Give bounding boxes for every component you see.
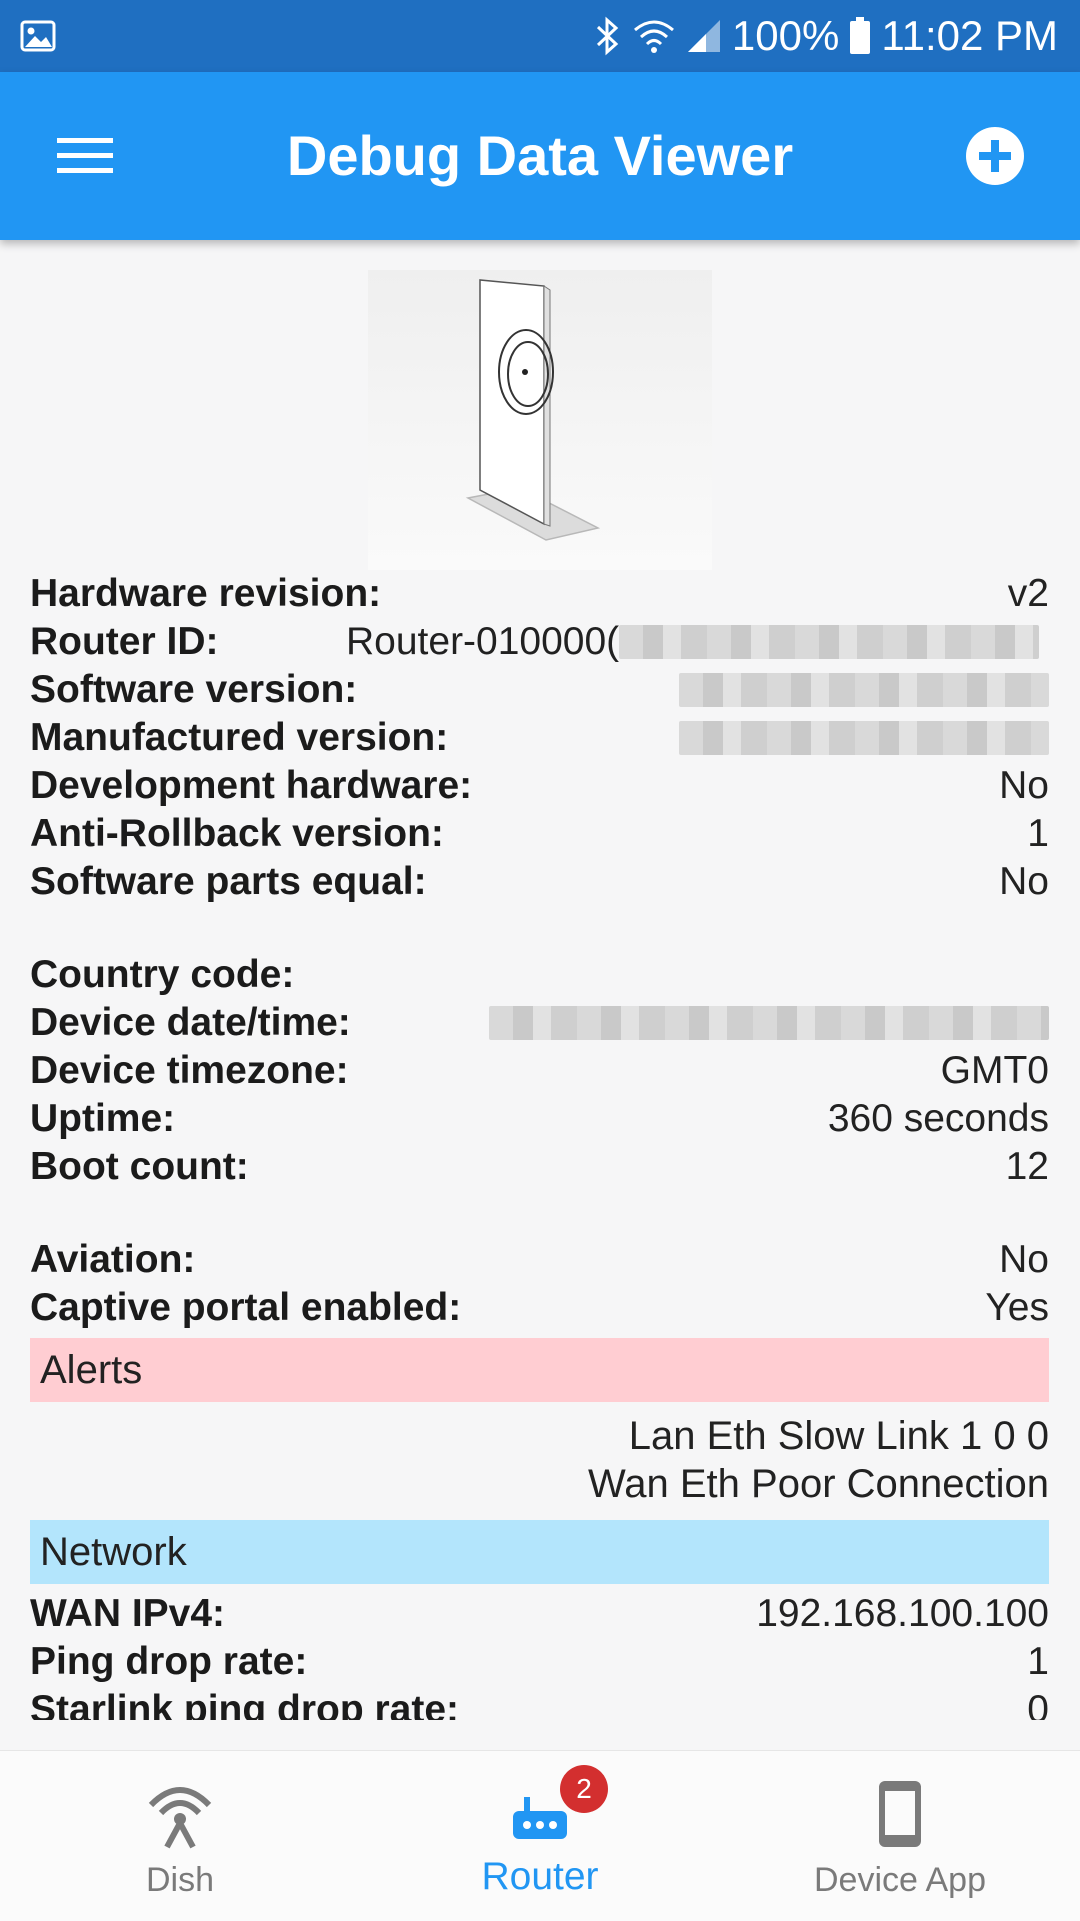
router-notification-badge: 2 <box>560 1765 608 1813</box>
wifi-icon <box>632 17 676 55</box>
row-uptime: Uptime: 360 seconds <box>30 1097 1049 1140</box>
alerts-section-header: Alerts <box>30 1338 1049 1402</box>
row-aviation: Aviation: No <box>30 1238 1049 1281</box>
add-circle-icon <box>966 127 1024 185</box>
row-device-date-time: Device date/time: <box>30 999 1049 1047</box>
nav-router[interactable]: 2 Router <box>360 1751 720 1921</box>
hamburger-menu-icon <box>57 138 113 173</box>
status-bar: 100% 11:02 PM <box>0 0 1080 72</box>
nav-device-app-label: Device App <box>814 1861 986 1899</box>
row-development-hardware: Development hardware: No <box>30 764 1049 807</box>
battery-percent: 100% <box>731 12 840 59</box>
gallery-notification-icon <box>20 18 56 54</box>
network-section-header: Network <box>30 1520 1049 1584</box>
app-bar: Debug Data Viewer <box>0 72 1080 240</box>
redacted-blur <box>619 625 1040 659</box>
clock: 11:02 PM <box>881 12 1058 59</box>
router-id-value: Router-010000( <box>346 620 1040 664</box>
row-boot-count: Boot count: 12 <box>30 1145 1049 1188</box>
debug-content[interactable]: Hardware revision: v2 Router ID: Router-… <box>0 240 1080 1720</box>
row-starlink-ping-drop-rate: Starlink ping drop rate: 0 <box>30 1688 1049 1720</box>
row-captive-portal: Captive portal enabled: Yes <box>30 1286 1049 1329</box>
page-title: Debug Data Viewer <box>286 124 794 187</box>
redacted-blur <box>679 673 1049 707</box>
add-button[interactable] <box>950 116 1040 196</box>
row-software-version: Software version: <box>30 666 1049 714</box>
menu-button[interactable] <box>40 116 130 196</box>
row-wan-ipv4: WAN IPv4: 192.168.100.100 <box>30 1592 1049 1635</box>
satellite-dish-icon <box>148 1787 212 1849</box>
row-anti-rollback-version: Anti-Rollback version: 1 <box>30 812 1049 855</box>
nav-dish-label: Dish <box>145 1861 215 1899</box>
router-image <box>368 270 712 570</box>
redacted-blur <box>679 721 1049 755</box>
signal-icon <box>686 18 722 54</box>
details-list: Hardware revision: v2 Router ID: Router-… <box>30 570 1049 1720</box>
nav-dish[interactable]: Dish <box>0 1751 360 1921</box>
nav-router-label: Router <box>481 1855 599 1898</box>
redacted-blur <box>489 1006 1049 1040</box>
row-router-id: Router ID: Router-010000( <box>30 618 1049 666</box>
alert-item: Wan Eth Poor Connection <box>588 1462 1049 1506</box>
row-device-timezone: Device timezone: GMT0 <box>30 1049 1049 1092</box>
battery-icon <box>849 17 871 55</box>
row-manufactured-version: Manufactured version: <box>30 714 1049 762</box>
row-hardware-revision: Hardware revision: v2 <box>30 572 1049 615</box>
alert-item: Lan Eth Slow Link 1 0 0 <box>628 1414 1049 1458</box>
row-ping-drop-rate: Ping drop rate: 1 <box>30 1640 1049 1683</box>
bottom-navigation: Dish 2 Router Device App <box>0 1750 1080 1921</box>
nav-device-app[interactable]: Device App <box>720 1751 1080 1921</box>
row-software-parts-equal: Software parts equal: No <box>30 860 1049 903</box>
bluetooth-icon <box>594 16 622 56</box>
row-country-code: Country code: <box>30 953 295 996</box>
phone-icon <box>879 1781 921 1847</box>
